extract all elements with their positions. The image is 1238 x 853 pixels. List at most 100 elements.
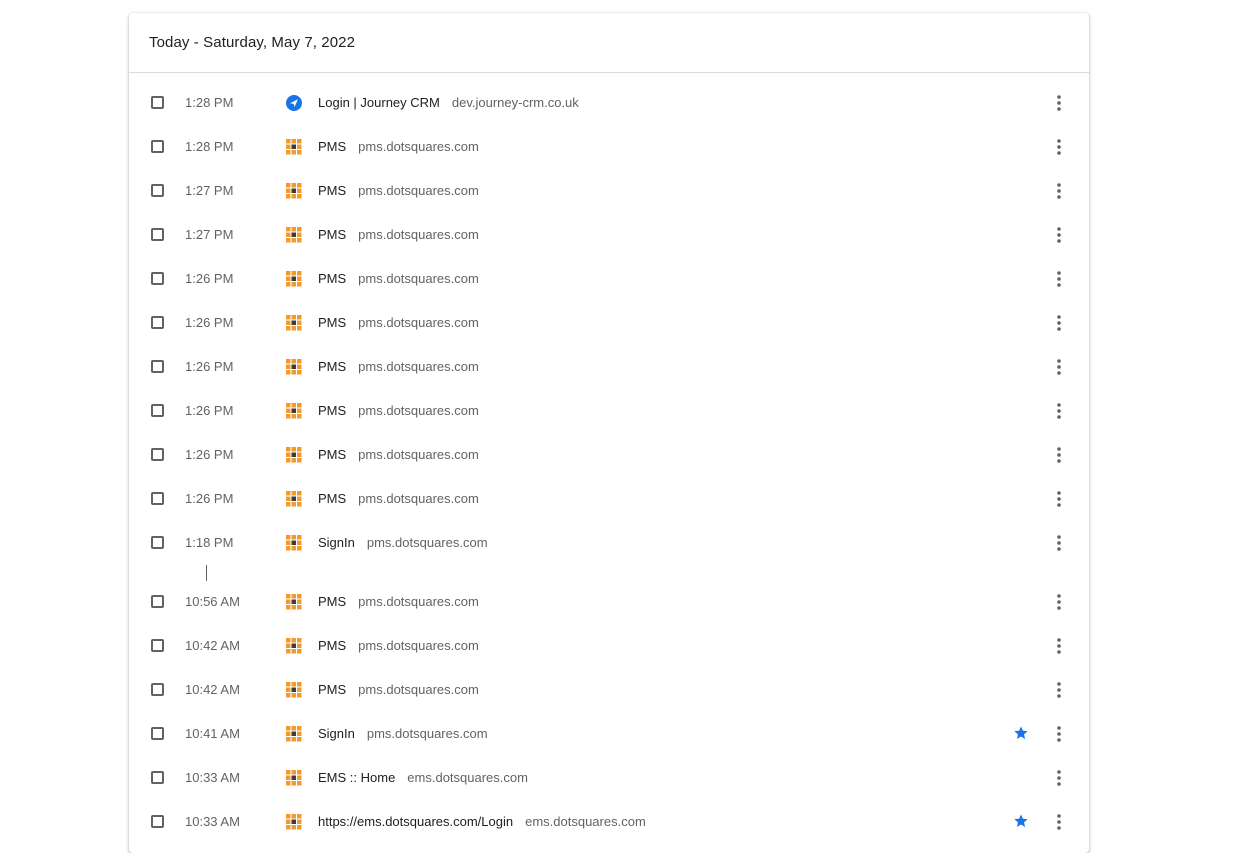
entry-link[interactable]: https://ems.dotsquares.com/Login ems.dots… (318, 814, 646, 829)
entry-domain: pms.dotsquares.com (358, 183, 479, 198)
entry-checkbox[interactable] (151, 771, 164, 784)
more-actions-icon[interactable] (1049, 225, 1069, 245)
entry-title[interactable]: PMS (318, 447, 346, 462)
more-actions-icon[interactable] (1049, 93, 1069, 113)
history-card-header: Today - Saturday, May 7, 2022 (129, 13, 1089, 73)
entry-checkbox[interactable] (151, 184, 164, 197)
entry-title[interactable]: PMS (318, 491, 346, 506)
dotsquares-icon (286, 770, 302, 786)
history-entry-row[interactable]: 10:33 AM https://ems.dotsquares.com/Login… (129, 800, 1089, 844)
dotsquares-icon (286, 271, 302, 287)
entry-checkbox[interactable] (151, 448, 164, 461)
entry-domain: pms.dotsquares.com (358, 638, 479, 653)
more-actions-icon[interactable] (1049, 533, 1069, 553)
entry-link[interactable]: PMS pms.dotsquares.com (318, 491, 479, 506)
entry-checkbox[interactable] (151, 492, 164, 505)
more-actions-icon[interactable] (1049, 269, 1069, 289)
more-actions-icon[interactable] (1049, 489, 1069, 509)
entry-link[interactable]: PMS pms.dotsquares.com (318, 271, 479, 286)
entry-checkbox[interactable] (151, 639, 164, 652)
entry-link[interactable]: PMS pms.dotsquares.com (318, 594, 479, 609)
entry-time: 1:26 PM (185, 447, 234, 462)
entry-checkbox[interactable] (151, 272, 164, 285)
history-entry-row[interactable]: 10:56 AM PMS pms.dotsquares.com (129, 580, 1089, 624)
entry-link[interactable]: PMS pms.dotsquares.com (318, 183, 479, 198)
entry-checkbox[interactable] (151, 404, 164, 417)
entry-link[interactable]: PMS pms.dotsquares.com (318, 403, 479, 418)
entry-title[interactable]: EMS :: Home (318, 770, 395, 785)
history-entry-row[interactable]: 1:26 PM PMS pms.dotsquares.com (129, 345, 1089, 389)
entry-title[interactable]: SignIn (318, 726, 355, 741)
entry-link[interactable]: PMS pms.dotsquares.com (318, 139, 479, 154)
entry-link[interactable]: PMS pms.dotsquares.com (318, 359, 479, 374)
entry-link[interactable]: EMS :: Home ems.dotsquares.com (318, 770, 528, 785)
more-actions-icon[interactable] (1049, 137, 1069, 157)
entry-checkbox[interactable] (151, 96, 164, 109)
entry-checkbox[interactable] (151, 360, 164, 373)
history-entry-row[interactable]: 1:28 PM Login | Journey CRM dev.journey-cr… (129, 81, 1089, 125)
entry-title[interactable]: PMS (318, 271, 346, 286)
entry-title[interactable]: PMS (318, 227, 346, 242)
entry-time: 1:26 PM (185, 491, 234, 506)
history-entry-row[interactable]: 1:27 PM PMS pms.dotsquares.com (129, 169, 1089, 213)
entry-title[interactable]: PMS (318, 638, 346, 653)
dotsquares-icon (286, 814, 302, 830)
history-entry-row[interactable]: 10:42 AM PMS pms.dotsquares.com (129, 624, 1089, 668)
entry-checkbox[interactable] (151, 536, 164, 549)
entry-link[interactable]: PMS pms.dotsquares.com (318, 682, 479, 697)
more-actions-icon[interactable] (1049, 313, 1069, 333)
history-entry-row[interactable]: 1:26 PM PMS pms.dotsquares.com (129, 433, 1089, 477)
entry-title[interactable]: PMS (318, 139, 346, 154)
history-entry-row[interactable]: 1:26 PM PMS pms.dotsquares.com (129, 389, 1089, 433)
entry-checkbox[interactable] (151, 683, 164, 696)
entry-checkbox[interactable] (151, 595, 164, 608)
entry-link[interactable]: PMS pms.dotsquares.com (318, 447, 479, 462)
more-actions-icon[interactable] (1049, 724, 1069, 744)
entry-checkbox[interactable] (151, 140, 164, 153)
more-actions-icon[interactable] (1049, 357, 1069, 377)
more-actions-icon[interactable] (1049, 812, 1069, 832)
more-actions-icon[interactable] (1049, 181, 1069, 201)
entry-title[interactable]: PMS (318, 403, 346, 418)
history-entry-row[interactable]: 1:28 PM PMS pms.dotsquares.com (129, 125, 1089, 169)
history-entry-row[interactable]: 1:26 PM PMS pms.dotsquares.com (129, 301, 1089, 345)
entry-link[interactable]: SignIn pms.dotsquares.com (318, 535, 488, 550)
entry-checkbox[interactable] (151, 316, 164, 329)
entry-title[interactable]: PMS (318, 594, 346, 609)
entry-link[interactable]: PMS pms.dotsquares.com (318, 315, 479, 330)
more-actions-icon[interactable] (1049, 636, 1069, 656)
entry-title[interactable]: SignIn (318, 535, 355, 550)
more-actions-icon[interactable] (1049, 680, 1069, 700)
entry-title[interactable]: PMS (318, 359, 346, 374)
more-actions-icon[interactable] (1049, 445, 1069, 465)
dotsquares-icon (286, 638, 302, 654)
bookmark-star-icon[interactable] (1013, 725, 1029, 741)
entry-title[interactable]: Login | Journey CRM (318, 95, 440, 110)
entry-checkbox[interactable] (151, 727, 164, 740)
entry-domain: pms.dotsquares.com (366, 726, 488, 741)
history-entry-row[interactable]: 1:26 PM PMS pms.dotsquares.com (129, 477, 1089, 521)
entry-title[interactable]: PMS (318, 183, 346, 198)
entry-checkbox[interactable] (151, 815, 164, 828)
more-actions-icon[interactable] (1049, 401, 1069, 421)
entry-link[interactable]: SignIn pms.dotsquares.com (318, 726, 488, 741)
entry-title[interactable]: PMS (318, 682, 346, 697)
entry-domain: pms.dotsquares.com (358, 682, 479, 697)
history-entry-row[interactable]: 1:18 PM SignIn pms.dotsquares.com (129, 521, 1089, 565)
more-actions-icon[interactable] (1049, 768, 1069, 788)
entry-checkbox[interactable] (151, 228, 164, 241)
entry-link[interactable]: PMS pms.dotsquares.com (318, 227, 479, 242)
entry-title[interactable]: PMS (318, 315, 346, 330)
bookmark-star-icon[interactable] (1013, 813, 1029, 829)
entry-link[interactable]: Login | Journey CRM dev.journey-crm.co.uk (318, 95, 579, 110)
dotsquares-icon (286, 491, 302, 507)
history-entry-row[interactable]: 10:42 AM PMS pms.dotsquares.com (129, 668, 1089, 712)
history-entry-row[interactable]: 10:41 AM SignIn pms.dotsquares.com (129, 712, 1089, 756)
entry-time: 1:27 PM (185, 183, 234, 198)
history-entry-row[interactable]: 1:26 PM PMS pms.dotsquares.com (129, 257, 1089, 301)
history-entry-row[interactable]: 1:27 PM PMS pms.dotsquares.com (129, 213, 1089, 257)
history-entry-row[interactable]: 10:33 AM EMS :: Home ems.dotsquares.com (129, 756, 1089, 800)
more-actions-icon[interactable] (1049, 592, 1069, 612)
entry-title[interactable]: https://ems.dotsquares.com/Login (318, 814, 513, 829)
entry-link[interactable]: PMS pms.dotsquares.com (318, 638, 479, 653)
